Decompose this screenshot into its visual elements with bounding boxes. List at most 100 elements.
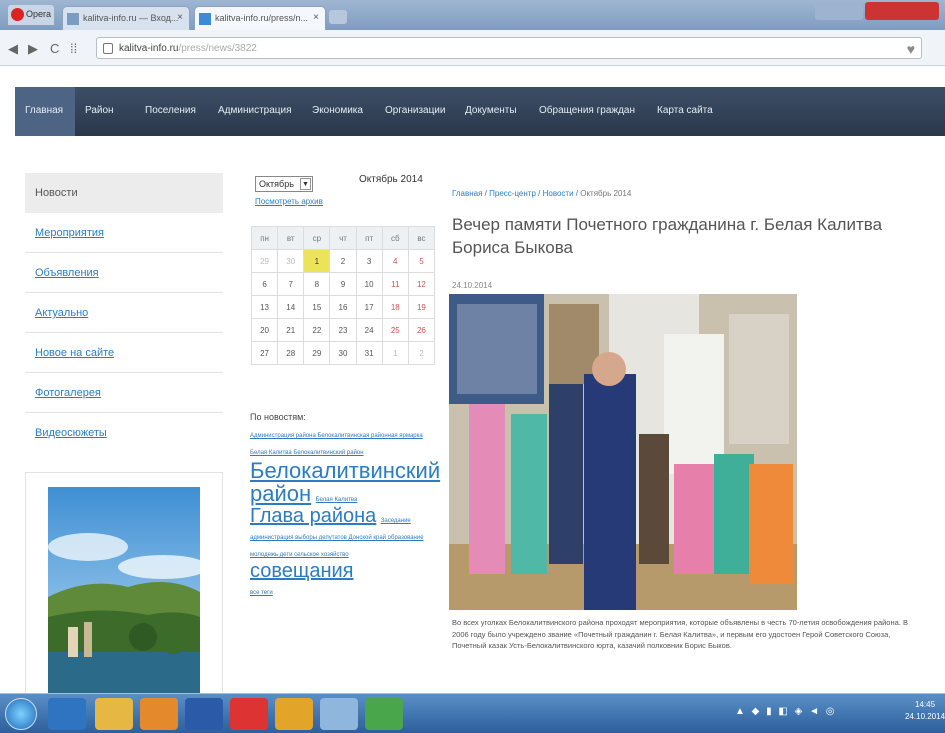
opera-menu-button[interactable]: Opera bbox=[8, 5, 54, 25]
tag-link[interactable]: Администрация района Белокалитвинская ра… bbox=[250, 433, 423, 456]
tab-label: kalitva-info.ru/press/n... bbox=[215, 13, 309, 23]
calendar-day[interactable]: 22 bbox=[303, 318, 331, 342]
tag-link-large[interactable]: совещания bbox=[250, 560, 354, 582]
sidebar-landscape-image[interactable] bbox=[25, 472, 223, 697]
calendar-day[interactable]: 18 bbox=[381, 295, 409, 319]
calendar-day[interactable]: 5 bbox=[407, 249, 436, 273]
sidebar-item-videos[interactable]: Видеосюжеты bbox=[25, 413, 223, 453]
site-menu-item-economy[interactable]: Экономика bbox=[312, 105, 363, 116]
reload-icon[interactable]: C bbox=[50, 41, 59, 56]
site-menu-item-appeals[interactable]: Обращения граждан bbox=[539, 105, 635, 116]
month-select[interactable]: Октябрь ▼ bbox=[255, 176, 313, 192]
file-explorer-icon[interactable] bbox=[95, 698, 133, 730]
article-date: 24.10.2014 bbox=[452, 281, 493, 290]
calendar-day[interactable]: 8 bbox=[303, 272, 331, 296]
speed-dial-icon[interactable]: ⁞⁞ bbox=[70, 41, 77, 56]
sidebar-item-photo-gallery[interactable]: Фотогалерея bbox=[25, 373, 223, 413]
site-menu-item-settlements[interactable]: Поселения bbox=[145, 105, 196, 116]
system-tray[interactable]: ▲ ◆ ▮ ◧ ◈ ◄ ◎ bbox=[735, 706, 837, 717]
site-menu-item-sitemap[interactable]: Карта сайта bbox=[657, 105, 713, 116]
weekday-label: пт bbox=[355, 226, 383, 250]
calendar-day[interactable]: 23 bbox=[329, 318, 357, 342]
calendar-day[interactable]: 29 bbox=[250, 249, 279, 273]
calendar-archive-link[interactable]: Посмотреть архив bbox=[255, 197, 323, 206]
calendar-day[interactable]: 16 bbox=[329, 295, 357, 319]
close-tab-icon[interactable]: × bbox=[313, 12, 319, 23]
page-favicon-icon bbox=[199, 13, 211, 25]
page-info-icon[interactable] bbox=[103, 43, 113, 54]
new-tab-button[interactable] bbox=[329, 10, 347, 24]
taskbar-clock[interactable]: 14:45 24.10.2014 bbox=[905, 699, 945, 723]
internet-explorer-icon[interactable] bbox=[48, 698, 86, 730]
calendar-day[interactable]: 26 bbox=[407, 318, 436, 342]
calendar-day[interactable]: 2 bbox=[329, 249, 357, 273]
sidebar-item-new-on-site[interactable]: Новое на сайте bbox=[25, 333, 223, 373]
sidebar-item-actual[interactable]: Актуально bbox=[25, 293, 223, 333]
calendar-day[interactable]: 14 bbox=[277, 295, 305, 319]
window-controls[interactable] bbox=[815, 2, 939, 20]
calendar-day[interactable]: 19 bbox=[407, 295, 436, 319]
site-menu-item-home[interactable]: Главная bbox=[15, 87, 75, 136]
site-main-menu: Главная Район Поселения Администрация Эк… bbox=[15, 87, 945, 136]
calendar-day[interactable]: 27 bbox=[250, 341, 279, 365]
site-menu-item-organizations[interactable]: Организации bbox=[385, 105, 445, 116]
calendar-day[interactable]: 13 bbox=[250, 295, 279, 319]
calendar-day[interactable]: 17 bbox=[355, 295, 383, 319]
site-menu-item-documents[interactable]: Документы bbox=[465, 105, 517, 116]
site-menu-item-district[interactable]: Район bbox=[85, 105, 114, 116]
calendar-day[interactable]: 7 bbox=[277, 272, 305, 296]
breadcrumb-item[interactable]: Главная bbox=[452, 189, 482, 198]
chrome-icon[interactable] bbox=[275, 698, 313, 730]
tag-cloud-title: По новостям: bbox=[250, 412, 306, 422]
calendar-day[interactable]: 25 bbox=[381, 318, 409, 342]
site-menu-item-administration[interactable]: Администрация bbox=[218, 105, 292, 116]
calendar-day[interactable]: 31 bbox=[355, 341, 383, 365]
all-tags-link[interactable]: все теги bbox=[250, 590, 273, 596]
address-bar[interactable]: kalitva-info.ru/press/news/3822 ♥ bbox=[96, 37, 922, 59]
calendar-day[interactable]: 28 bbox=[277, 341, 305, 365]
calendar-day[interactable]: 10 bbox=[355, 272, 383, 296]
sidebar-item-announcements[interactable]: Объявления bbox=[25, 253, 223, 293]
start-button[interactable] bbox=[5, 698, 37, 730]
document-icon[interactable] bbox=[320, 698, 358, 730]
calendar-day[interactable]: 12 bbox=[407, 272, 436, 296]
news-sidebar: Новости Мероприятия Объявления Актуально… bbox=[25, 173, 223, 453]
media-player-icon[interactable] bbox=[140, 698, 178, 730]
calendar-day[interactable]: 20 bbox=[250, 318, 279, 342]
word-icon[interactable] bbox=[185, 698, 223, 730]
tag-link-large[interactable]: Глава района bbox=[250, 505, 376, 527]
address-host: kalitva-info.ru bbox=[119, 43, 179, 54]
bookmark-star-icon[interactable]: ♥ bbox=[907, 41, 915, 57]
calendar-day[interactable]: 6 bbox=[250, 272, 279, 296]
opera-icon[interactable] bbox=[230, 698, 268, 730]
breadcrumb-item[interactable]: Пресс-центр bbox=[489, 189, 536, 198]
sidebar-item-events[interactable]: Мероприятия bbox=[25, 213, 223, 253]
sidebar-header[interactable]: Новости bbox=[25, 173, 223, 213]
calendar-day[interactable]: 4 bbox=[381, 249, 409, 273]
tag-link[interactable]: Белая Калитва bbox=[316, 497, 358, 503]
calendar-day[interactable]: 30 bbox=[277, 249, 305, 273]
forward-icon[interactable]: ▶ bbox=[28, 41, 38, 57]
tag-cloud: Администрация района Белокалитвинская ра… bbox=[250, 425, 440, 599]
calendar-day[interactable]: 1 bbox=[381, 341, 409, 365]
calendar-day[interactable]: 11 bbox=[381, 272, 409, 296]
browser-tab-2[interactable]: kalitva-info.ru/press/n... × bbox=[194, 6, 326, 30]
article-photo[interactable] bbox=[449, 294, 797, 610]
calendar-day[interactable]: 21 bbox=[277, 318, 305, 342]
excel-icon[interactable] bbox=[365, 698, 403, 730]
calendar-day[interactable]: 30 bbox=[329, 341, 357, 365]
calendar-day[interactable]: 9 bbox=[329, 272, 357, 296]
calendar-day[interactable]: 2 bbox=[407, 341, 436, 365]
browser-tab-1[interactable]: kalitva-info.ru — Вход... × bbox=[62, 6, 190, 30]
browser-toolbar: ◀ ▶ C ⁞⁞ kalitva-info.ru/press/news/3822… bbox=[0, 30, 945, 66]
chevron-down-icon[interactable]: ▼ bbox=[300, 178, 311, 190]
breadcrumb-item[interactable]: Новости bbox=[543, 189, 574, 198]
back-icon[interactable]: ◀ bbox=[8, 41, 18, 57]
calendar-day[interactable]: 24 bbox=[355, 318, 383, 342]
calendar-day[interactable]: 15 bbox=[303, 295, 331, 319]
calendar-day[interactable]: 3 bbox=[355, 249, 383, 273]
tab-label: kalitva-info.ru — Вход... bbox=[83, 13, 179, 23]
close-tab-icon[interactable]: × bbox=[177, 12, 183, 23]
calendar-day-selected[interactable]: 1 bbox=[303, 249, 331, 273]
calendar-day[interactable]: 29 bbox=[303, 341, 331, 365]
